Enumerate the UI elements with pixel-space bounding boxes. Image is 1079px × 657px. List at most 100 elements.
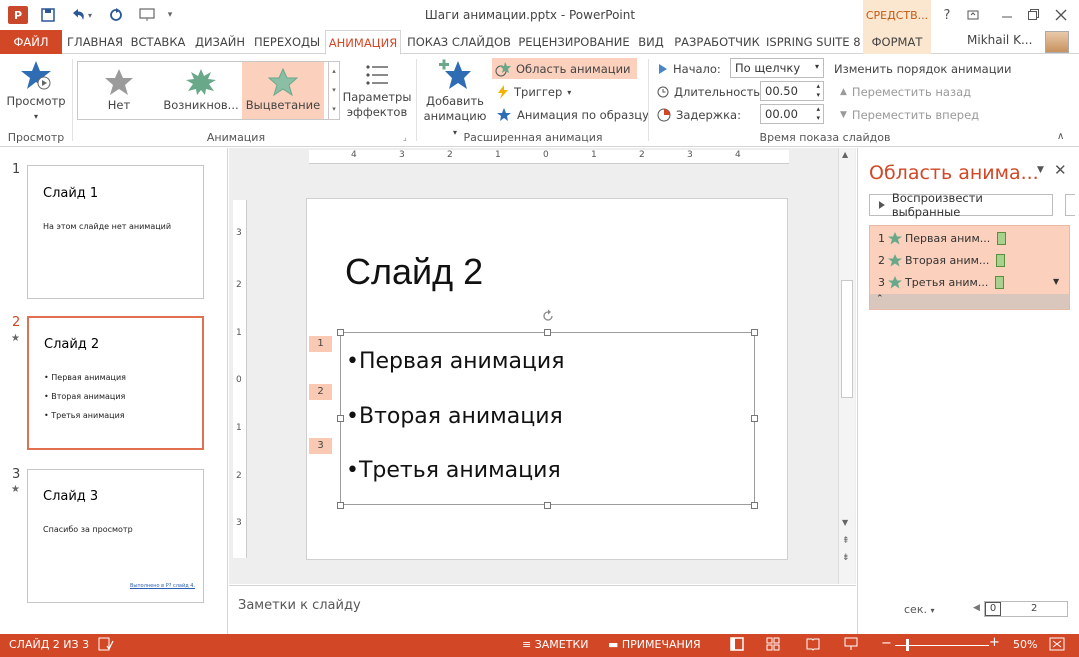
resize-handle[interactable] <box>544 329 551 336</box>
collapse-bar[interactable]: ⌃ <box>870 294 1069 309</box>
help-icon[interactable]: ? <box>936 5 958 25</box>
duration-input[interactable]: 00.50 ▴ ▾ <box>760 81 824 101</box>
bullet-item[interactable]: •Первая анимация <box>346 349 564 374</box>
tab-view[interactable]: ВИД <box>636 30 666 54</box>
resize-handle[interactable] <box>751 502 758 509</box>
thumbnail-slide-2[interactable]: Слайд 2 • Первая анимация • Вторая анима… <box>27 316 204 450</box>
delay-value: 00.00 <box>765 107 798 121</box>
scroll-up-icon[interactable]: ▲ <box>842 150 848 159</box>
preview-button[interactable]: Просмотр ▾ <box>4 59 68 127</box>
effect-options-button[interactable]: Параметры эффектов <box>342 63 412 120</box>
resize-handle[interactable] <box>337 415 344 422</box>
slide-title[interactable]: Слайд 2 <box>345 251 483 293</box>
resize-handle[interactable] <box>337 502 344 509</box>
spelling-icon[interactable] <box>98 637 114 654</box>
tab-format[interactable]: ФОРМАТ <box>863 30 931 54</box>
pane-options-icon[interactable]: ▼ <box>1037 165 1044 175</box>
tab-animation[interactable]: АНИМАЦИЯ <box>325 30 401 55</box>
animation-fade[interactable]: Выцветание <box>242 62 324 119</box>
animation-list-item[interactable]: 1 Первая аним... <box>878 229 1007 247</box>
close-window-icon[interactable] <box>1050 5 1072 25</box>
timeline-left-icon[interactable]: ◀ <box>973 603 980 613</box>
burst-star-icon <box>186 69 216 95</box>
resize-handle[interactable] <box>751 415 758 422</box>
editor-scrollbar[interactable]: ▲ ▼ ⇞ ⇟ <box>838 148 855 584</box>
animation-tag[interactable]: 2 <box>309 384 332 400</box>
undo-icon[interactable]: ▾ <box>66 6 96 24</box>
bullet-item[interactable]: •Вторая анимация <box>346 404 563 429</box>
tab-slideshow[interactable]: ПОКАЗ СЛАЙДОВ <box>406 30 512 54</box>
stepper-icon[interactable]: ▴ ▾ <box>816 105 820 123</box>
move-earlier-button[interactable]: ▲ Переместить назад <box>840 83 971 101</box>
zoom-slider-thumb[interactable] <box>906 639 909 651</box>
resize-handle[interactable] <box>544 502 551 509</box>
ribbon: Просмотр ▾ Просмотр Нет Возникнов... Выц… <box>0 55 1079 147</box>
animation-tag[interactable]: 3 <box>309 438 332 454</box>
bullet-item[interactable]: •Третья анимация <box>346 458 561 483</box>
zoom-in-icon[interactable]: + <box>989 636 1000 649</box>
slideshow-view-icon[interactable] <box>844 637 858 654</box>
tab-transitions[interactable]: ПЕРЕХОДЫ <box>254 30 320 54</box>
item-dropdown-icon[interactable]: ▼ <box>1053 277 1059 286</box>
close-pane-icon[interactable]: ✕ <box>1054 161 1067 179</box>
scroll-thumb[interactable] <box>841 280 853 398</box>
customize-toolbar-icon[interactable]: ▾ <box>164 6 176 24</box>
animation-item-label: Первая аним... <box>905 231 991 245</box>
save-icon[interactable] <box>38 6 58 24</box>
thumbnail-slide-3[interactable]: Слайд 3 Спасибо за просмотр Выполнено в … <box>27 469 204 603</box>
animation-pane-button[interactable]: Область анимации <box>492 58 637 79</box>
seconds-label[interactable]: сек. ▾ <box>904 603 934 616</box>
duration-label: Длительность: <box>674 85 764 99</box>
resize-handle[interactable] <box>337 329 344 336</box>
zoom-slider[interactable] <box>895 645 989 646</box>
restore-icon[interactable] <box>1022 5 1044 25</box>
collapse-ribbon-icon[interactable]: ∧ <box>1057 131 1064 142</box>
rotate-handle-icon[interactable] <box>541 309 555 326</box>
minimize-icon[interactable] <box>996 5 1018 25</box>
tab-design[interactable]: ДИЗАЙН <box>192 30 248 54</box>
animation-list-item[interactable]: 3 Третья аним... <box>878 273 1005 291</box>
tab-developer[interactable]: РАЗРАБОТЧИК <box>671 30 763 54</box>
add-animation-button[interactable]: Добавить анимацию ▾ <box>420 59 490 140</box>
animation-appear[interactable]: Возникнов... <box>160 62 242 119</box>
resize-handle[interactable] <box>751 329 758 336</box>
tab-file[interactable]: ФАЙЛ <box>0 30 62 54</box>
user-name[interactable]: Mikhail K... <box>967 33 1032 47</box>
move-later-button[interactable]: ▼ Переместить вперед <box>840 106 979 124</box>
animation-tag[interactable]: 1 <box>309 336 332 352</box>
animation-item-number: 2 <box>878 253 885 267</box>
stepper-icon[interactable]: ▴ ▾ <box>816 82 820 100</box>
tab-ispring[interactable]: ISPRING SUITE 8 <box>766 30 861 54</box>
fit-to-window-icon[interactable] <box>1049 637 1065 654</box>
start-select[interactable]: По щелчку ▾ <box>730 58 824 78</box>
tab-review[interactable]: РЕЦЕНЗИРОВАНИЕ <box>516 30 632 54</box>
zoom-out-icon[interactable]: − <box>881 637 892 650</box>
normal-view-icon[interactable] <box>730 637 744 654</box>
trigger-button[interactable]: Триггер ▾ <box>497 83 571 101</box>
start-slideshow-icon[interactable] <box>136 6 158 24</box>
animation-painter-button[interactable]: Анимация по образцу <box>496 106 649 124</box>
next-slide-icon[interactable]: ⇟ <box>842 553 850 563</box>
gallery-scroll[interactable]: ▴ ▾ ▾ <box>329 61 340 120</box>
move-later-label: Переместить вперед <box>851 108 980 122</box>
ribbon-display-options-icon[interactable] <box>962 5 984 25</box>
scroll-down-icon[interactable]: ▼ <box>842 518 848 527</box>
zoom-level[interactable]: 50% <box>1013 638 1037 651</box>
avatar[interactable] <box>1045 31 1069 53</box>
tab-home[interactable]: ГЛАВНАЯ <box>66 30 124 54</box>
comments-toggle[interactable]: ▬ ПРИМЕЧАНИЯ <box>608 638 701 651</box>
animation-list-item[interactable]: 2 Вторая аним... <box>878 251 1006 269</box>
slide-sorter-icon[interactable] <box>766 637 780 654</box>
animation-none[interactable]: Нет <box>78 62 160 119</box>
play-selected-button[interactable]: Воспроизвести выбранные <box>869 191 1053 219</box>
thumbnail-slide-1[interactable]: Слайд 1 На этом слайде нет анимаций <box>27 165 204 299</box>
notes-pane[interactable]: Заметки к слайду <box>229 585 856 634</box>
redo-icon[interactable] <box>106 6 126 24</box>
tab-insert[interactable]: ВСТАВКА <box>130 30 186 54</box>
timeline-ruler[interactable]: 0 2 <box>984 601 1068 617</box>
delay-input[interactable]: 00.00 ▴ ▾ <box>760 104 824 124</box>
dialog-launcher-icon[interactable]: ⌟ <box>403 133 407 142</box>
reading-view-icon[interactable] <box>806 637 820 654</box>
previous-slide-icon[interactable]: ⇞ <box>842 536 850 546</box>
notes-toggle[interactable]: ≡ ЗАМЕТКИ <box>522 638 589 651</box>
